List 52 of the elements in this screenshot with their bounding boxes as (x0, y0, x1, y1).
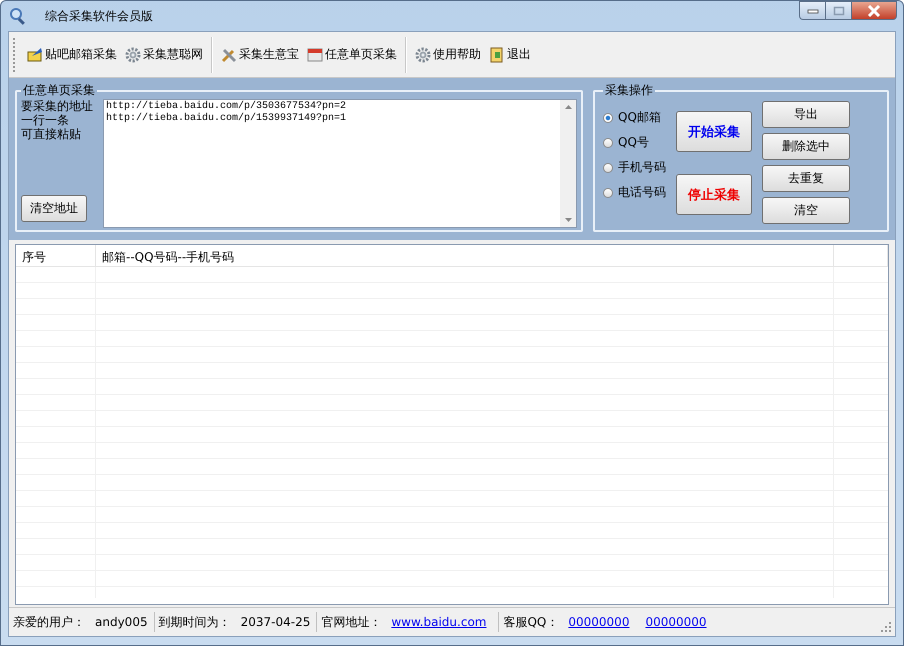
toolbar-button[interactable]: 任意单页采集 (303, 42, 401, 67)
status-value: 2037-04-25 (240, 615, 310, 629)
status-label: 到期时间为： (158, 614, 231, 630)
start-button[interactable]: 开始采集 (676, 111, 752, 152)
clear-address-button[interactable]: 清空地址 (21, 195, 87, 222)
gear-icon (415, 46, 431, 62)
action-button[interactable]: 导出 (762, 101, 850, 128)
hint-text: 可直接粘贴 (21, 127, 82, 141)
radio-option[interactable]: 手机号码 (603, 159, 666, 176)
status-label: 客服QQ： (503, 614, 558, 630)
status-link[interactable]: www.baidu.com (391, 615, 492, 629)
status-link[interactable]: 00000000 (568, 615, 636, 629)
close-icon (867, 4, 881, 16)
stop-button[interactable]: 停止采集 (676, 174, 752, 215)
window-icon (307, 46, 323, 62)
status-label: 官网地址： (321, 614, 382, 630)
column-header[interactable]: 序号 (16, 245, 96, 267)
exit-icon (489, 46, 505, 62)
toolbar-button[interactable]: 退出 (485, 42, 535, 67)
close-button[interactable] (851, 1, 897, 20)
group-title: 采集操作 (604, 82, 654, 99)
status-value: andy005 (95, 615, 148, 629)
action-button[interactable]: 清空 (762, 197, 850, 224)
minimize-button[interactable] (799, 1, 825, 20)
action-button[interactable]: 去重复 (762, 165, 850, 192)
envelope-icon (27, 46, 43, 62)
action-button[interactable]: 删除选中 (762, 133, 850, 160)
gear-icon (125, 46, 141, 62)
group-title: 任意单页采集 (22, 82, 96, 99)
status-label: 亲爱的用户： (13, 614, 85, 630)
hint-text: 要采集的地址 (21, 99, 94, 113)
radio-option[interactable]: QQ号 (603, 134, 666, 151)
maximize-button[interactable] (825, 1, 851, 20)
toolbar-button[interactable]: 采集慧聪网 (121, 42, 207, 67)
window-title: 综合采集软件会员版 (45, 8, 153, 24)
minimize-icon (806, 8, 818, 14)
app-icon (9, 7, 27, 25)
toolbar-button[interactable]: 贴吧邮箱采集 (23, 42, 121, 67)
resize-grip-icon[interactable] (881, 622, 891, 632)
scroll-down-icon[interactable] (564, 218, 572, 222)
scroll-up-icon[interactable] (564, 105, 572, 109)
tools-icon (221, 46, 237, 62)
hint-text: 一行一条 (21, 113, 70, 127)
toolbar-button[interactable]: 使用帮助 (411, 42, 485, 67)
radio-option[interactable]: 电话号码 (603, 184, 666, 201)
radio-option[interactable]: QQ邮箱 (603, 109, 666, 126)
scrollbar[interactable] (560, 100, 576, 227)
status-link[interactable]: 00000000 (645, 615, 713, 629)
column-header[interactable]: 邮箱--QQ号码--手机号码 (96, 245, 834, 267)
maximize-icon (832, 6, 844, 16)
url-textarea[interactable]: http://tieba.baidu.com/p/3503677534?pn=2 http://tieba.baidu.com/p/1539937149?pn=1 (103, 99, 577, 228)
toolbar-button[interactable]: 采集生意宝 (217, 42, 303, 67)
